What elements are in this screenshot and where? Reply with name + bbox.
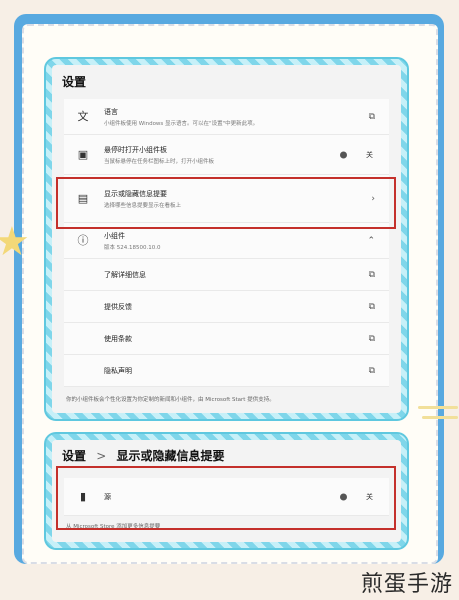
link-label: 使用条款 xyxy=(104,334,132,343)
sub-row-terms[interactable]: 使用条款 ⧉ xyxy=(64,323,389,355)
link-label: 提供反馈 xyxy=(104,302,132,311)
sub-row-learn-more[interactable]: 了解详细信息 ⧉ xyxy=(64,259,389,291)
page-title: 设置 xyxy=(62,75,87,89)
external-link-icon[interactable]: ⧉ xyxy=(369,302,375,312)
breadcrumb-current: 显示或隐藏信息提要 xyxy=(116,449,225,463)
settings-frame: 设置 文 语言 小组件板使用 Windows 显示语言。可以在"设置"中更新此项… xyxy=(44,57,409,421)
setting-row-hover-open[interactable]: ▣ 悬停时打开小组件板 当鼠标悬停在任务栏图标上时，打开小组件板 关 xyxy=(64,135,389,175)
settings-panel: 设置 文 语言 小组件板使用 Windows 显示语言。可以在"设置"中更新此项… xyxy=(52,65,401,413)
setting-label: 小组件 xyxy=(104,232,125,240)
decorative-line xyxy=(418,406,458,409)
widget-board-icon: ▣ xyxy=(77,147,89,161)
sub-row-privacy[interactable]: 隐私声明 ⧉ xyxy=(64,355,389,387)
setting-description: 当鼠标悬停在任务栏图标上时，打开小组件板 xyxy=(104,159,215,165)
decorative-line xyxy=(422,416,458,419)
setting-label: 语言 xyxy=(104,108,118,116)
breadcrumb: 设置 > 显示或隐藏信息提要 xyxy=(62,447,224,464)
highlight-box xyxy=(56,466,396,530)
settings-footer: 你的小组件板会个性化设置为你定制的新闻和小组件，由 Microsoft Star… xyxy=(66,397,275,403)
watermark: 煎蛋手游 xyxy=(360,572,453,597)
external-link-icon[interactable]: ⧉ xyxy=(369,270,375,280)
setting-description: 小组件板使用 Windows 显示语言。可以在"设置"中更新此项。 xyxy=(104,121,259,127)
setting-row-language[interactable]: 文 语言 小组件板使用 Windows 显示语言。可以在"设置"中更新此项。 ⧉ xyxy=(64,99,389,135)
setting-label: 悬停时打开小组件板 xyxy=(104,146,167,154)
external-link-icon[interactable]: ⧉ xyxy=(369,112,375,122)
toggle-label: 关 xyxy=(366,150,373,159)
language-icon: 文 xyxy=(77,109,89,123)
toggle-switch[interactable] xyxy=(340,151,347,158)
link-label: 了解详细信息 xyxy=(104,270,146,279)
external-link-icon[interactable]: ⧉ xyxy=(369,334,375,344)
star-decoration: ★ xyxy=(0,219,30,265)
chevron-up-icon[interactable]: ⌃ xyxy=(367,236,375,246)
highlight-box xyxy=(56,177,396,229)
setting-description: 版本 524.18500.10.0 xyxy=(104,245,161,251)
breadcrumb-root[interactable]: 设置 xyxy=(62,449,86,463)
link-label: 隐私声明 xyxy=(104,366,132,375)
external-link-icon[interactable]: ⧉ xyxy=(369,366,375,376)
info-icon: ⓘ xyxy=(77,233,89,247)
sub-row-feedback[interactable]: 提供反馈 ⧉ xyxy=(64,291,389,323)
breadcrumb-separator: > xyxy=(96,449,107,463)
